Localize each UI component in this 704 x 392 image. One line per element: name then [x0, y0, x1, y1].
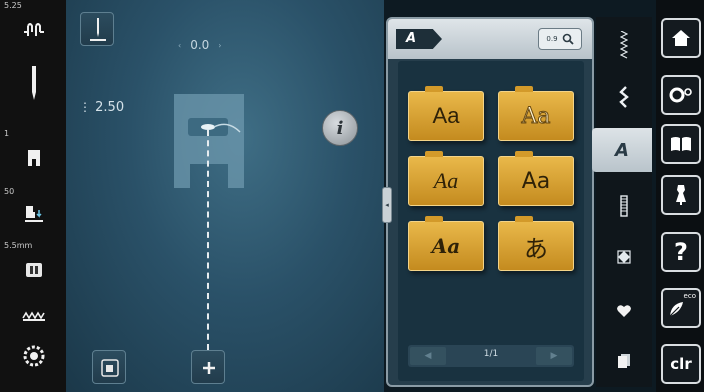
stitch-length-display[interactable]: ⋮ 2.50	[79, 100, 124, 115]
needle-stop-button[interactable]	[0, 66, 66, 118]
open-book-icon	[671, 137, 691, 151]
font-tile-4[interactable]: Aa	[498, 151, 574, 206]
category-buttonholes[interactable]	[596, 184, 652, 228]
foot-pressure-icon	[22, 202, 46, 226]
width-decrease-arrow[interactable]: ‹	[178, 41, 181, 50]
font-tile-6[interactable]: あ	[498, 216, 574, 271]
presser-foot-pressure-button[interactable]: 50	[0, 186, 66, 234]
width-increase-arrow[interactable]: ›	[218, 41, 221, 50]
stitch-category-bar: A	[592, 17, 652, 387]
right-function-bar: ? eco clr	[656, 0, 704, 392]
feed-dog-icon	[22, 304, 46, 328]
thread-tension-value: 5.25	[4, 1, 22, 10]
prev-page-button[interactable]: ◀	[410, 347, 446, 365]
left-toolbar: 5.25 1 50 5.5mm	[0, 0, 66, 392]
category-personal-program[interactable]	[596, 289, 652, 333]
decorative-stitch-icon	[619, 86, 629, 108]
stitch-plate-icon	[22, 258, 46, 282]
thread-tension-icon	[22, 18, 46, 42]
magnifier-icon	[562, 33, 574, 45]
stitch-view-button[interactable]	[92, 350, 126, 384]
category-alphabets[interactable]: A	[592, 128, 652, 172]
needle-icon	[22, 66, 46, 100]
font-tile-3[interactable]: Aa	[408, 151, 484, 206]
page-indicator: 1/1	[483, 349, 499, 359]
zoom-value: 0.9	[546, 35, 558, 43]
presser-foot-value: 50	[4, 187, 15, 196]
font-tile-1[interactable]: Aa	[408, 86, 484, 141]
settings-icon	[669, 87, 692, 103]
active-category-tag: A	[396, 29, 442, 49]
dress-form-icon	[676, 185, 686, 205]
needle-down-button[interactable]	[80, 12, 114, 46]
stitch-line	[207, 130, 209, 350]
add-button[interactable]	[191, 350, 225, 384]
home-icon	[672, 30, 690, 46]
upper-thread-tension-button[interactable]: 5.25	[0, 0, 66, 48]
needle-position-button[interactable]: 1	[0, 128, 66, 176]
pagination-bar: ◀ 1/1 ▶	[408, 345, 574, 367]
needle-position-value: 1	[4, 129, 10, 138]
stitch-width-display[interactable]: ‹ 0.0 ›	[178, 38, 222, 52]
zoom-button[interactable]: 0.9	[538, 28, 582, 50]
category-practical-stitches[interactable]	[596, 23, 652, 67]
buttonhole-icon	[620, 195, 628, 217]
length-icon: ⋮	[79, 100, 91, 114]
creative-consultant-button[interactable]	[661, 175, 701, 215]
presser-foot-graphic	[174, 94, 244, 188]
font-tile-2[interactable]: Aa	[498, 86, 574, 141]
info-button[interactable]: i	[322, 110, 358, 146]
clear-button[interactable]: clr	[661, 344, 701, 384]
setup-button[interactable]	[661, 75, 701, 115]
straight-stitch-icon	[620, 31, 628, 59]
plus-icon	[203, 362, 215, 374]
stitch-width-value: 5.5mm	[4, 241, 33, 250]
memory-pages-icon	[618, 354, 630, 368]
bobbin-icon	[22, 344, 46, 368]
home-button[interactable]	[661, 18, 701, 58]
panel-header: A 0.9	[388, 19, 592, 59]
next-page-button[interactable]: ▶	[536, 347, 572, 365]
presser-foot-icon	[22, 146, 46, 170]
sewing-preview-area: ‹ 0.0 › ⋮ 2.50 i	[66, 0, 384, 392]
quilt-icon	[617, 250, 631, 264]
category-quilt-stitches[interactable]	[596, 235, 652, 279]
eco-button[interactable]: eco	[661, 288, 701, 328]
alphabet-panel: A 0.9 Aa Aa Aa Aa Aa あ ◀ 1/1 ▶ ◂	[382, 17, 594, 387]
view-box-icon	[101, 359, 119, 377]
eco-label: eco	[683, 292, 696, 300]
needle-down-icon	[90, 18, 106, 41]
category-memory[interactable]	[596, 339, 652, 383]
help-button[interactable]: ?	[661, 232, 701, 272]
length-value: 2.50	[95, 100, 125, 115]
tutorial-button[interactable]	[661, 124, 701, 164]
category-decorative-stitches[interactable]	[596, 75, 652, 119]
width-value: 0.0	[190, 38, 210, 52]
bobbin-button[interactable]	[0, 340, 66, 388]
feed-dog-button[interactable]	[0, 298, 66, 346]
stitch-plate-button[interactable]: 5.5mm	[0, 240, 66, 288]
heart-icon	[617, 305, 631, 317]
font-grid: Aa Aa Aa Aa Aa あ ◀ 1/1 ▶	[398, 61, 584, 381]
panel-collapse-handle[interactable]: ◂	[382, 187, 392, 223]
font-tile-5[interactable]: Aa	[408, 216, 484, 271]
alphabet-tab-label: A	[615, 139, 629, 161]
